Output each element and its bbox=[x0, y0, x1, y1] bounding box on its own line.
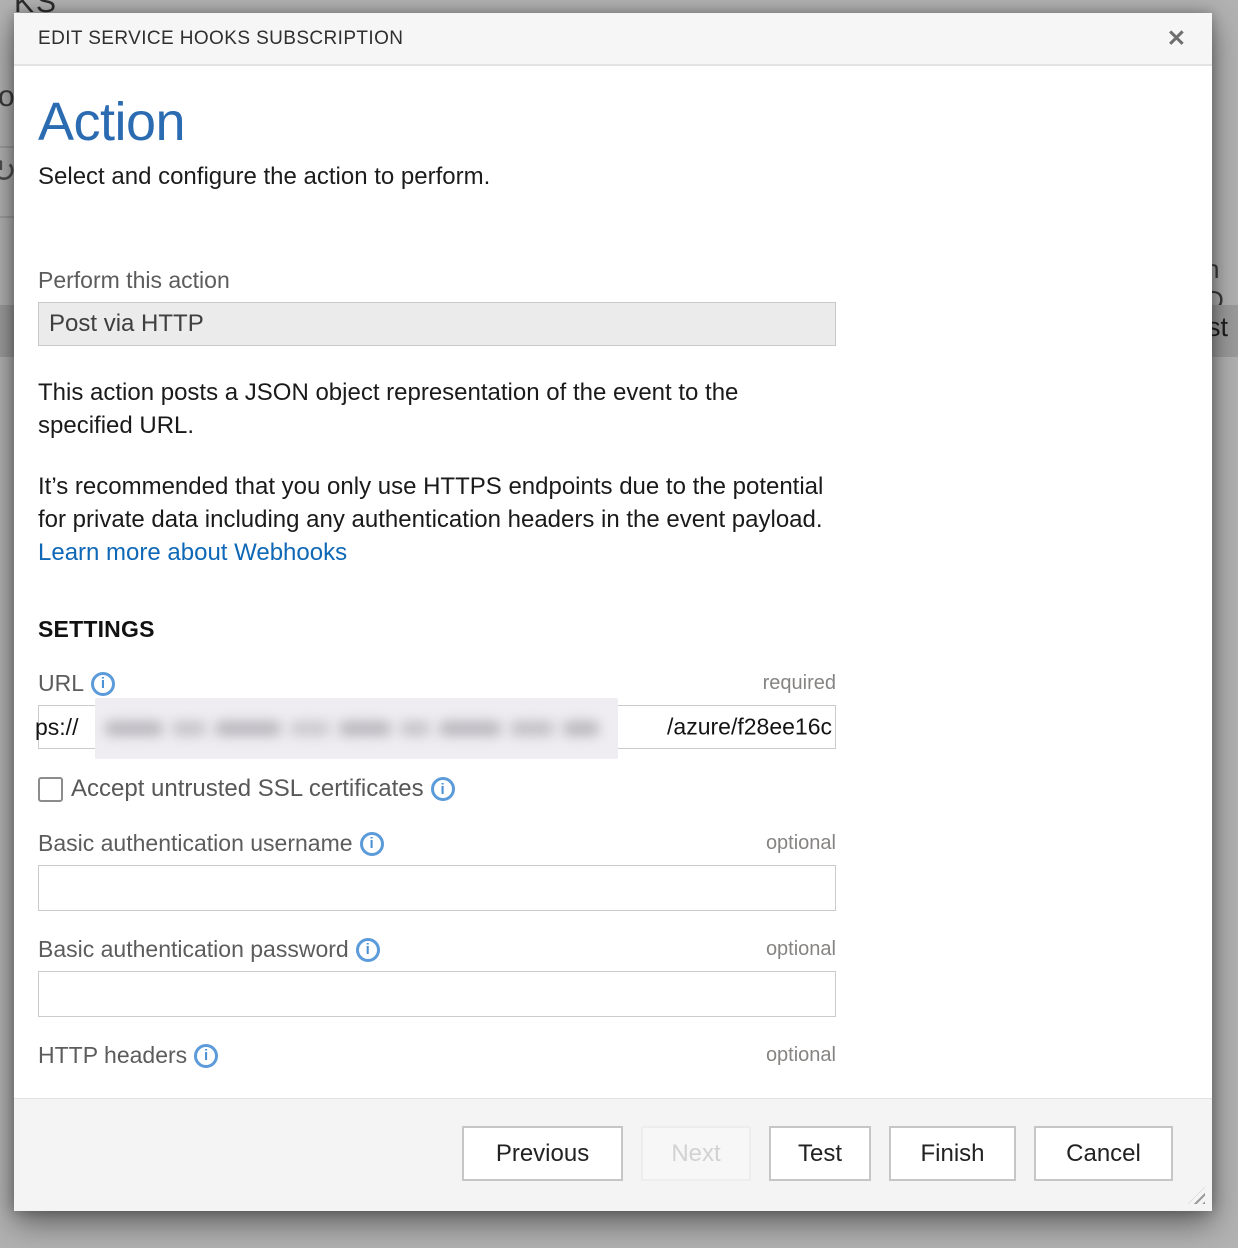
basic-auth-password-input[interactable] bbox=[38, 971, 836, 1017]
accept-untrusted-ssl-label: Accept untrusted SSL certificates bbox=[71, 775, 424, 803]
url-value-prefix: ps:// bbox=[35, 714, 78, 741]
basic-auth-username-input[interactable] bbox=[38, 865, 836, 911]
resize-grip[interactable] bbox=[1188, 1187, 1205, 1204]
page-subtitle: Select and configure the action to perfo… bbox=[38, 163, 836, 190]
http-headers-info-icon[interactable]: i bbox=[194, 1044, 218, 1068]
redaction-blur bbox=[95, 698, 618, 759]
test-button[interactable]: Test bbox=[769, 1126, 871, 1181]
settings-heading: SETTINGS bbox=[38, 616, 836, 643]
url-required-badge: required bbox=[763, 670, 836, 697]
basic-auth-password-label: Basic authentication password bbox=[38, 936, 349, 963]
background-text-fragment: o bbox=[0, 80, 15, 114]
background-divider bbox=[0, 146, 14, 148]
perform-action-label: Perform this action bbox=[38, 267, 230, 294]
page-title: Action bbox=[38, 94, 836, 151]
action-description: This action posts a JSON object represen… bbox=[38, 376, 828, 442]
dialog-titlebar: EDIT SERVICE HOOKS SUBSCRIPTION ✕ bbox=[14, 13, 1212, 66]
url-input[interactable]: ps:// /azure/f28ee16c bbox=[38, 705, 836, 749]
background-table-header-band bbox=[0, 305, 14, 357]
previous-button[interactable]: Previous bbox=[462, 1126, 623, 1181]
accept-untrusted-ssl-checkbox[interactable] bbox=[38, 777, 63, 802]
close-icon[interactable]: ✕ bbox=[1167, 27, 1186, 50]
url-label: URL bbox=[38, 670, 84, 697]
url-info-icon[interactable]: i bbox=[91, 672, 115, 696]
basic-auth-username-label: Basic authentication username bbox=[38, 830, 353, 857]
finish-button[interactable]: Finish bbox=[889, 1126, 1016, 1181]
url-value-suffix: /azure/f28ee16c bbox=[667, 714, 832, 741]
username-info-icon[interactable]: i bbox=[360, 832, 384, 856]
https-recommendation-text: It’s recommended that you only use HTTPS… bbox=[38, 473, 823, 533]
password-info-icon[interactable]: i bbox=[356, 938, 380, 962]
edit-service-hooks-subscription-dialog: EDIT SERVICE HOOKS SUBSCRIPTION ✕ Action… bbox=[14, 13, 1212, 1211]
http-headers-label: HTTP headers bbox=[38, 1042, 187, 1069]
dialog-footer: Previous Next Test Finish Cancel bbox=[14, 1098, 1212, 1211]
password-optional-badge: optional bbox=[766, 936, 836, 963]
dialog-body: Action Select and configure the action t… bbox=[14, 66, 1212, 1098]
background-divider bbox=[0, 216, 14, 218]
action-select[interactable]: Post via HTTP bbox=[38, 302, 836, 346]
cancel-button[interactable]: Cancel bbox=[1034, 1126, 1173, 1181]
http-headers-optional-badge: optional bbox=[766, 1042, 836, 1069]
https-recommendation: It’s recommended that you only use HTTPS… bbox=[38, 470, 828, 569]
dialog-title: EDIT SERVICE HOOKS SUBSCRIPTION bbox=[38, 28, 403, 50]
ssl-info-icon[interactable]: i bbox=[431, 777, 455, 801]
next-button: Next bbox=[641, 1126, 751, 1181]
learn-more-webhooks-link[interactable]: Learn more about Webhooks bbox=[38, 539, 347, 566]
action-select-value: Post via HTTP bbox=[49, 310, 204, 338]
username-optional-badge: optional bbox=[766, 830, 836, 857]
